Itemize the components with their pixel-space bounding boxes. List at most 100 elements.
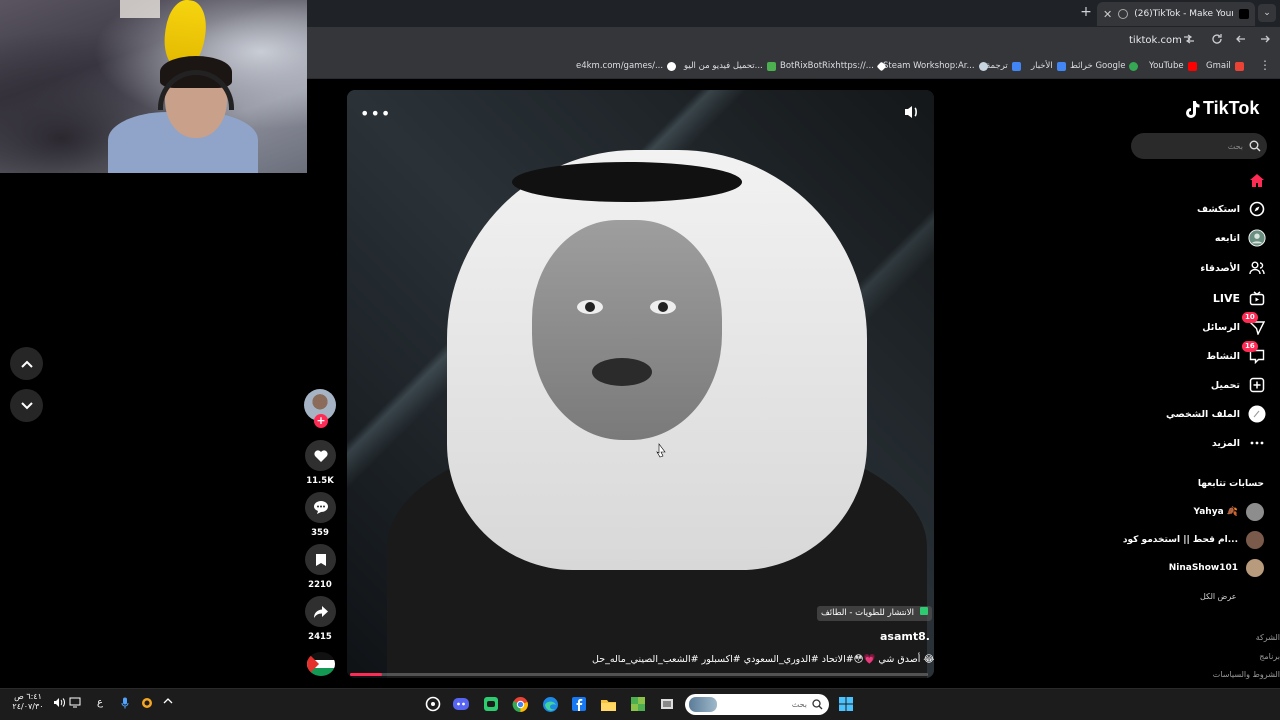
- followed-account[interactable]: Yahya 🍂: [1194, 503, 1264, 521]
- messages-icon: 10: [1242, 312, 1266, 336]
- excel-taskbar-icon[interactable]: [628, 694, 648, 714]
- botrix-icon: [876, 61, 887, 71]
- nav-home[interactable]: [1240, 171, 1266, 189]
- search-highlight-icon: [689, 697, 717, 712]
- app-tray-icon[interactable]: [141, 697, 153, 712]
- video-progress-bar[interactable]: [350, 673, 928, 676]
- search-input[interactable]: بحث: [1131, 133, 1267, 159]
- video-author[interactable]: asamt8.: [880, 630, 930, 643]
- nav-following-label: اتابعه: [1214, 232, 1240, 244]
- followed-account[interactable]: ام قحط || استخدمو كود...: [1123, 531, 1264, 549]
- nav-live[interactable]: LIVE: [1213, 289, 1266, 307]
- nav-more[interactable]: المزيد: [1212, 434, 1266, 452]
- like-button[interactable]: [305, 440, 336, 471]
- discord-taskbar-icon[interactable]: [451, 694, 471, 714]
- video-caption: أصدق شي 💗😳#الاتحاد #الدوري_السعودي #اكسب…: [592, 654, 935, 665]
- edge-taskbar-icon[interactable]: [540, 694, 560, 714]
- xbox-taskbar-icon[interactable]: [481, 694, 501, 714]
- bookmark-youtube[interactable]: YouTube: [1149, 61, 1197, 71]
- file-explorer-taskbar-icon[interactable]: [598, 694, 618, 714]
- nav-messages[interactable]: الرسائل 10: [1202, 312, 1266, 336]
- microphone-icon[interactable]: [121, 697, 129, 712]
- tiktok-favicon-icon: [1239, 9, 1249, 19]
- nav-friends-label: الأصدقاء: [1200, 262, 1240, 274]
- search-icon[interactable]: [1249, 140, 1261, 152]
- footer-link[interactable]: الشروط والسياسات: [1213, 670, 1280, 679]
- task-view-taskbar-icon[interactable]: [657, 694, 677, 714]
- windows-start-icon[interactable]: [836, 694, 856, 714]
- followed-account[interactable]: NinaShow101: [1169, 559, 1264, 577]
- bookmark-translate[interactable]: ترجمة: [986, 61, 1021, 71]
- footer-link[interactable]: الشركة: [1256, 633, 1280, 642]
- bookmark-botrix[interactable]: BotRixBotRixhttps://...: [780, 61, 887, 71]
- tiktok-note-icon: [1186, 100, 1200, 118]
- gmail-icon: [1234, 61, 1244, 71]
- previous-video-button[interactable]: [10, 347, 43, 380]
- volume-icon[interactable]: [903, 104, 921, 120]
- tiktok-logo[interactable]: TikTok: [1184, 98, 1259, 119]
- chevron-up-tray-icon[interactable]: [163, 697, 173, 708]
- nav-profile[interactable]: الملف الشخصي: [1166, 405, 1266, 423]
- followed-account-avatar: [1246, 559, 1264, 577]
- save-button[interactable]: [305, 544, 336, 575]
- see-all-link[interactable]: عرض الكل: [1200, 592, 1237, 601]
- reload-icon[interactable]: [1209, 33, 1225, 49]
- input-language[interactable]: ع: [97, 697, 103, 708]
- chrome-taskbar-icon[interactable]: [510, 694, 530, 714]
- palestine-flag-icon[interactable]: [307, 652, 335, 676]
- bookmark-e4km[interactable]: e4km.com/games/...: [576, 61, 677, 71]
- bookmark-label: e4km.com/games/...: [576, 61, 664, 71]
- speaker-icon[interactable]: [53, 697, 65, 711]
- share-button[interactable]: [305, 596, 336, 627]
- url-field[interactable]: tiktok.com: [1129, 35, 1182, 46]
- active-tab[interactable]: ✕ (26)TikTok - Make Your Day: [1097, 2, 1255, 26]
- bookmark-maps[interactable]: خرائط Google: [1070, 61, 1139, 71]
- bookmark-icon: [315, 553, 326, 566]
- steam-taskbar-icon[interactable]: [423, 694, 443, 714]
- bookmark-video-download[interactable]: تحميل فيديو من اليو...: [684, 61, 776, 71]
- nav-following[interactable]: اتابعه: [1215, 229, 1266, 247]
- nav-upload[interactable]: تحميل: [1211, 376, 1266, 394]
- next-video-button[interactable]: [10, 389, 43, 422]
- nav-explore[interactable]: استكشف: [1197, 200, 1266, 218]
- messages-badge: 10: [1242, 312, 1258, 323]
- bookmarks-more-icon[interactable]: ⋮: [1259, 58, 1271, 72]
- compass-icon: [1248, 200, 1266, 218]
- forward-arrow-icon[interactable]: [1257, 33, 1273, 49]
- bookmark-gmail[interactable]: Gmail: [1206, 61, 1244, 71]
- comment-button[interactable]: [305, 492, 336, 523]
- activity-badge: 16: [1242, 341, 1258, 352]
- bookmark-label: خرائط Google: [1070, 61, 1126, 71]
- chevron-up-icon: [20, 360, 33, 368]
- facebook-taskbar-icon[interactable]: [569, 694, 589, 714]
- bookmark-label: Steam Workshop:Ar...: [883, 61, 975, 71]
- video-player[interactable]: [347, 90, 934, 678]
- clock-time: ٦:٤١ ص: [14, 692, 42, 701]
- system-clock[interactable]: ٦:٤١ ص ٢٤/٠٧/٣٠: [10, 692, 46, 712]
- back-arrow-icon[interactable]: [1233, 33, 1249, 49]
- bookmark-label: الأخبار: [1031, 61, 1053, 71]
- taskbar-search-input[interactable]: بحث: [685, 694, 829, 715]
- chevron-down-icon: [20, 401, 33, 409]
- followed-account-name: Yahya 🍂: [1193, 507, 1238, 517]
- like-count: 11.5K: [306, 476, 334, 486]
- location-tag[interactable]: الانتشار للطويات - الطائف: [817, 606, 932, 621]
- new-tab-button[interactable]: +: [1078, 4, 1094, 22]
- tab-search-button[interactable]: ⌄: [1258, 4, 1276, 22]
- bookmark-steam[interactable]: Steam Workshop:Ar...: [883, 61, 988, 71]
- site-settings-icon[interactable]: [1181, 33, 1197, 49]
- close-tab-icon[interactable]: ✕: [1103, 8, 1112, 21]
- location-label: الانتشار للطويات - الطائف: [821, 608, 914, 618]
- nav-friends[interactable]: الأصدقاء: [1200, 259, 1266, 277]
- bookmark-label: BotRixBotRixhttps://...: [780, 61, 874, 71]
- follow-plus-icon[interactable]: +: [314, 414, 328, 428]
- audio-indicator-icon: [1118, 9, 1129, 19]
- webcam-overlay: [0, 0, 307, 173]
- network-icon[interactable]: [69, 697, 81, 711]
- location-pin-icon: [919, 607, 928, 615]
- video-more-options-icon[interactable]: •••: [360, 104, 391, 123]
- footer-link[interactable]: برنامج: [1259, 652, 1280, 661]
- bookmark-news[interactable]: الأخبار: [1031, 61, 1066, 71]
- nav-activity[interactable]: النشاط 16: [1206, 341, 1266, 365]
- nav-messages-label: الرسائل: [1202, 321, 1240, 333]
